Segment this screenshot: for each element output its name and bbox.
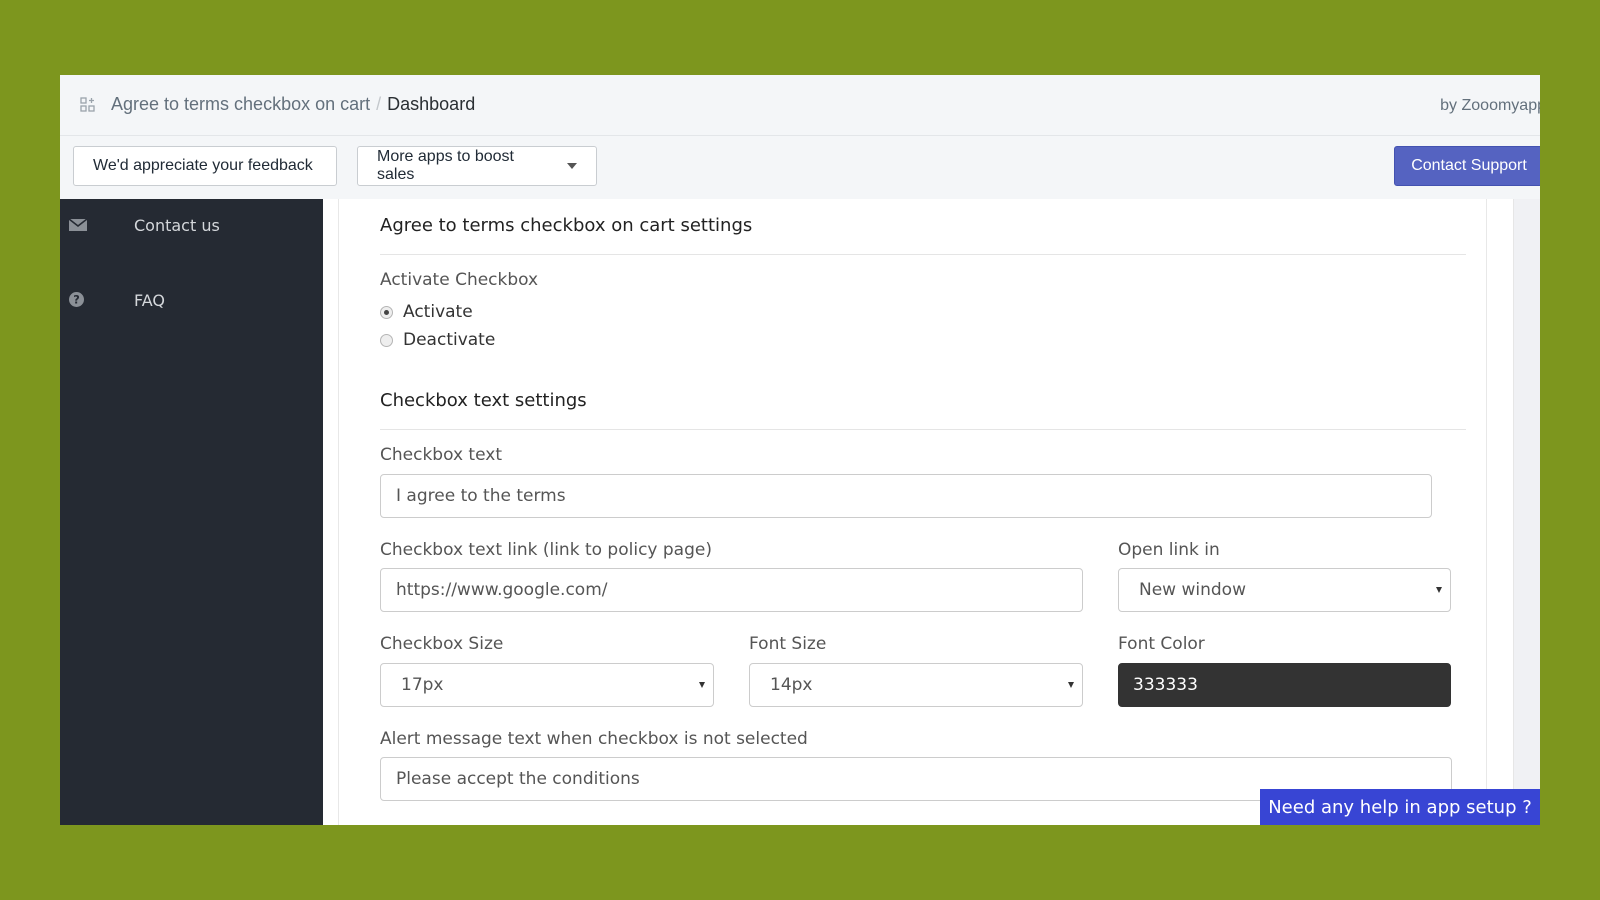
select-arrow-icon — [1068, 682, 1074, 688]
radio-button[interactable] — [380, 333, 393, 347]
checkbox-link-value: https://www.google.com/ — [396, 580, 608, 600]
settings-card: Agree to terms checkbox on cart settings… — [338, 199, 1487, 825]
toolbar: We'd appreciate your feedback More apps … — [60, 135, 1540, 197]
alert-message-value: Please accept the conditions — [396, 769, 640, 789]
sidebar-item-contact-us[interactable]: Contact us — [60, 205, 323, 245]
contact-support-button[interactable]: Contact Support — [1394, 146, 1540, 186]
open-link-in-select[interactable]: New window — [1118, 568, 1451, 612]
radio-label: Activate — [403, 302, 473, 322]
help-setup-label: Need any help in app setup ? — [1268, 796, 1532, 818]
main-content: Agree to terms checkbox on cart settings… — [323, 199, 1540, 825]
checkbox-size-select[interactable]: 17px — [380, 663, 714, 707]
divider — [380, 429, 1466, 430]
checkbox-text-value: I agree to the terms — [396, 486, 566, 506]
font-size-select[interactable]: 14px — [749, 663, 1083, 707]
checkbox-size-value: 17px — [401, 675, 444, 695]
apps-icon — [80, 97, 95, 112]
radio-button-selected[interactable] — [380, 305, 393, 319]
settings-title: Agree to terms checkbox on cart settings — [380, 215, 753, 236]
activate-checkbox-label: Activate Checkbox — [380, 270, 539, 290]
sidebar-item-faq[interactable]: ? FAQ — [60, 280, 323, 320]
breadcrumb-separator: / — [376, 94, 382, 114]
feedback-button[interactable]: We'd appreciate your feedback — [73, 146, 337, 186]
checkbox-link-input[interactable]: https://www.google.com/ — [380, 568, 1083, 612]
font-size-label: Font Size — [749, 634, 827, 654]
help-setup-button[interactable]: Need any help in app setup ? — [1260, 789, 1540, 825]
checkbox-link-label: Checkbox text link (link to policy page) — [380, 540, 712, 560]
radio-deactivate[interactable]: Deactivate — [380, 330, 495, 350]
select-arrow-icon — [699, 682, 705, 688]
checkbox-size-label: Checkbox Size — [380, 634, 504, 654]
sidebar: Contact us ? FAQ — [60, 199, 323, 825]
font-size-value: 14px — [770, 675, 813, 695]
font-color-value: 333333 — [1133, 675, 1198, 695]
caret-down-icon — [567, 163, 577, 169]
checkbox-text-input[interactable]: I agree to the terms — [380, 474, 1432, 518]
sidebar-item-label: Contact us — [134, 215, 220, 235]
divider — [380, 254, 1466, 255]
font-color-label: Font Color — [1118, 634, 1205, 654]
breadcrumb-current: Dashboard — [387, 94, 476, 114]
scrollbar[interactable] — [1513, 199, 1540, 825]
breadcrumb-app-link[interactable]: Agree to terms checkbox on cart — [111, 94, 370, 114]
sidebar-item-label: FAQ — [134, 290, 165, 310]
svg-text:?: ? — [73, 294, 80, 307]
app-window: Agree to terms checkbox on cart / Dashboar… — [60, 75, 1540, 825]
envelope-icon — [69, 218, 87, 231]
open-link-in-label: Open link in — [1118, 540, 1220, 560]
developer-byline[interactable]: by Zooomyapps — [1440, 97, 1540, 115]
radio-activate[interactable]: Activate — [380, 302, 473, 322]
alert-message-label: Alert message text when checkbox is not … — [380, 729, 808, 749]
select-arrow-icon — [1436, 587, 1442, 593]
more-apps-label: More apps to boost sales — [377, 148, 514, 183]
text-settings-title: Checkbox text settings — [380, 390, 587, 411]
more-apps-dropdown[interactable]: More apps to boost sales — [357, 146, 597, 186]
top-bar: Agree to terms checkbox on cart / Dashboar… — [60, 75, 1540, 136]
feedback-button-label: We'd appreciate your feedback — [93, 157, 313, 174]
font-color-input[interactable]: 333333 — [1118, 663, 1451, 707]
open-link-in-value: New window — [1139, 580, 1246, 600]
contact-support-label: Contact Support — [1411, 157, 1527, 174]
radio-label: Deactivate — [403, 330, 496, 350]
question-circle-icon: ? — [69, 292, 84, 307]
breadcrumb: Agree to terms checkbox on cart / Dashboar… — [111, 94, 475, 115]
checkbox-text-label: Checkbox text — [380, 445, 502, 465]
